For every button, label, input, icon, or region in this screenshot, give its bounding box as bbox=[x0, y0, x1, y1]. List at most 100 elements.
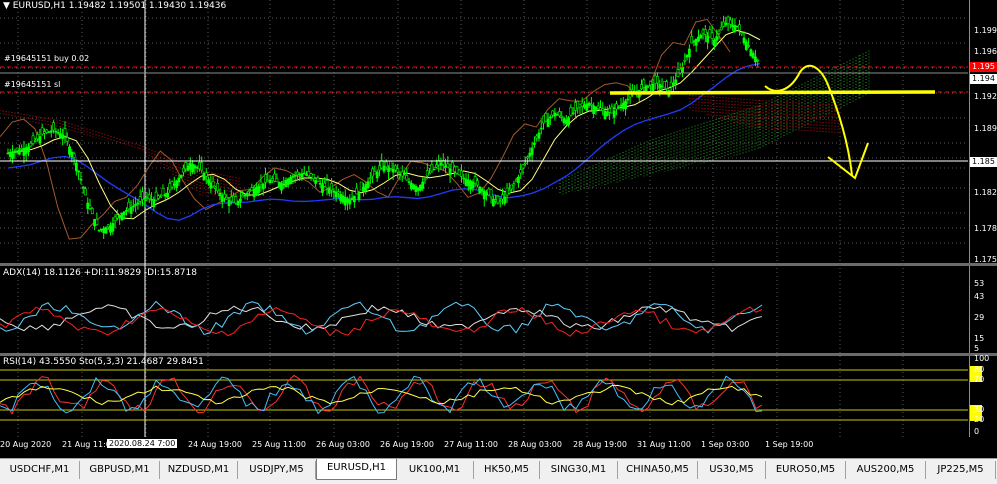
adx-minus-di-line bbox=[0, 306, 763, 337]
candle-body bbox=[220, 195, 224, 202]
candle-body bbox=[466, 179, 470, 187]
candle-body bbox=[229, 196, 233, 202]
price-tick-label: 1.175 bbox=[974, 255, 997, 264]
tab-uk100-m1[interactable]: UK100,M1 bbox=[396, 461, 474, 479]
candle-body bbox=[63, 128, 67, 137]
candle-body bbox=[8, 152, 12, 157]
candle-body bbox=[553, 112, 557, 117]
time-tick-label: 24 Aug 19:00 bbox=[188, 440, 242, 449]
candle-body bbox=[701, 29, 705, 34]
candle-body bbox=[254, 187, 258, 196]
candle-body bbox=[409, 182, 413, 190]
candle-body bbox=[728, 19, 732, 25]
candle-body bbox=[11, 151, 14, 159]
collapse-triangle-icon[interactable]: ▼ bbox=[3, 1, 10, 11]
candle-body bbox=[334, 191, 338, 198]
candle-body bbox=[548, 116, 552, 119]
candle-body bbox=[569, 107, 573, 116]
time-tick-label: 20 Aug 2020 bbox=[0, 440, 52, 449]
candle-body bbox=[159, 196, 163, 199]
candle-body bbox=[184, 162, 188, 170]
candle-body bbox=[27, 146, 30, 153]
candle-body bbox=[31, 135, 35, 144]
candle-body bbox=[587, 102, 591, 106]
tab-china50-m5[interactable]: CHINA50,M5 bbox=[618, 461, 698, 479]
tab-us30-m5[interactable]: US30,M5 bbox=[698, 461, 766, 479]
candle-body bbox=[430, 164, 434, 172]
candle-body bbox=[298, 173, 302, 176]
candle-body bbox=[357, 191, 361, 201]
candle-body bbox=[127, 202, 131, 210]
candle-body bbox=[446, 163, 450, 168]
candle-body bbox=[362, 186, 365, 192]
candle-body bbox=[681, 66, 684, 73]
candle-body bbox=[350, 197, 354, 200]
candle-body bbox=[286, 178, 290, 185]
candle-body bbox=[282, 180, 286, 183]
tab-hk50-m5[interactable]: HK50,M5 bbox=[474, 461, 540, 479]
candle-body bbox=[733, 25, 737, 32]
candle-body bbox=[400, 171, 404, 177]
candle-body bbox=[223, 193, 226, 199]
candle-body bbox=[355, 187, 359, 195]
tab-usdchf-m1[interactable]: USDCHF,M1 bbox=[0, 461, 80, 479]
candle-body bbox=[113, 216, 117, 222]
trade-label-sl: #19645151 sl bbox=[4, 80, 61, 89]
tab-aus200-m5[interactable]: AUS200,M5 bbox=[846, 461, 926, 479]
candle-body bbox=[104, 227, 108, 234]
candle-body bbox=[68, 146, 71, 155]
candle-body bbox=[330, 183, 333, 191]
candle-body bbox=[403, 174, 406, 179]
candle-body bbox=[209, 182, 213, 189]
adx-main-line bbox=[0, 304, 763, 333]
tab-jp225-m5[interactable]: JP225,M5 bbox=[926, 461, 996, 479]
tab-eurusd-h1[interactable]: EURUSD,H1 bbox=[316, 459, 397, 480]
candle-body bbox=[157, 195, 160, 199]
rsi-tick-label: 70 bbox=[974, 375, 985, 384]
tab-nzdusd-m1[interactable]: NZDUSD,M1 bbox=[160, 461, 238, 479]
candle-body bbox=[102, 228, 106, 234]
tab-sing30-m1[interactable]: SING30,M1 bbox=[540, 461, 618, 479]
candle-body bbox=[307, 171, 311, 177]
candle-body bbox=[188, 162, 192, 170]
tab-euro50-m5[interactable]: EURO50,M5 bbox=[766, 461, 846, 479]
candle-body bbox=[52, 122, 55, 131]
candle-body bbox=[674, 79, 678, 84]
candle-body bbox=[380, 160, 384, 169]
candle-body bbox=[236, 200, 240, 206]
candle-body bbox=[264, 174, 267, 183]
tab-gbpusd-m1[interactable]: GBPUSD,M1 bbox=[80, 461, 160, 479]
candle-body bbox=[314, 179, 318, 184]
time-tick-label: 1 Sep 19:00 bbox=[765, 440, 814, 449]
tab-usdjpy-m5[interactable]: USDJPY,M5 bbox=[238, 461, 316, 479]
candle-body bbox=[585, 103, 589, 111]
candle-body bbox=[17, 149, 21, 155]
candle-body bbox=[204, 172, 208, 177]
candle-body bbox=[391, 168, 395, 173]
candle-body bbox=[375, 171, 379, 179]
candle-body bbox=[216, 183, 220, 192]
candle-body bbox=[284, 179, 288, 188]
candle-body bbox=[601, 108, 605, 111]
price-tick-label: 1.196 bbox=[974, 47, 997, 56]
candle-body bbox=[551, 110, 555, 116]
candle-body bbox=[318, 182, 322, 185]
candle-body bbox=[352, 195, 356, 203]
candle-body bbox=[321, 184, 324, 193]
candle-body bbox=[708, 29, 712, 38]
candle-body bbox=[200, 162, 204, 171]
candle-body bbox=[731, 24, 735, 28]
candle-body bbox=[546, 118, 550, 128]
candle-body bbox=[751, 52, 755, 59]
candle-body bbox=[405, 175, 409, 181]
candle-body bbox=[624, 100, 627, 110]
price-tag-red: 1.195 bbox=[970, 62, 997, 72]
candle-body bbox=[535, 135, 539, 139]
candle-body bbox=[77, 170, 81, 173]
candle-body bbox=[248, 190, 251, 192]
candle-body bbox=[555, 114, 559, 116]
candle-body bbox=[300, 173, 304, 178]
candle-body bbox=[507, 189, 511, 194]
candle-body bbox=[583, 104, 586, 108]
candle-body bbox=[487, 188, 491, 196]
